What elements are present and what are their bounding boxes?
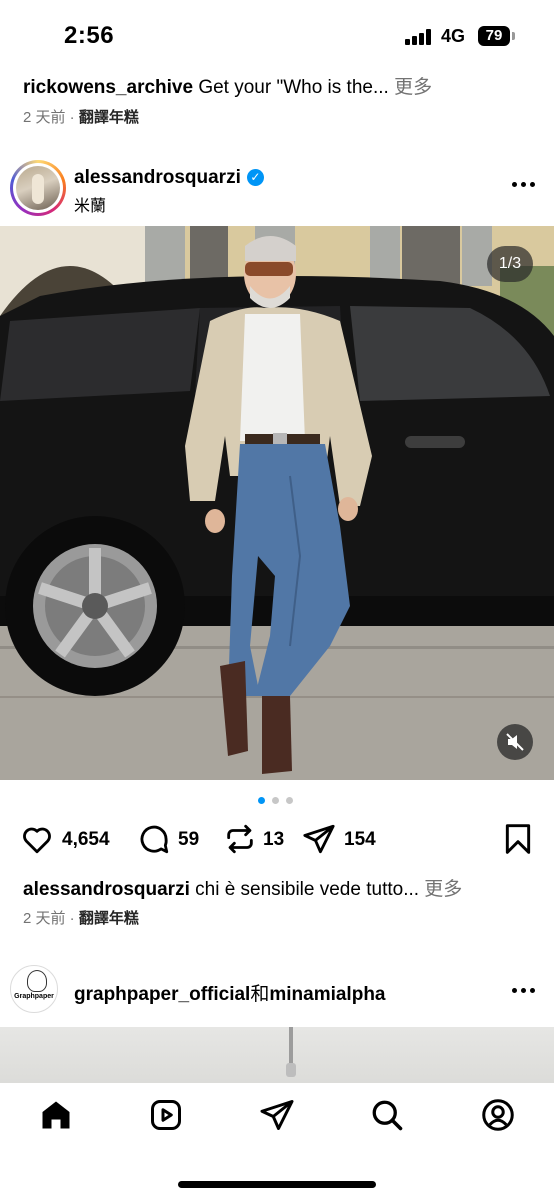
nav-messages[interactable] bbox=[259, 1097, 295, 1133]
avatar[interactable] bbox=[10, 160, 66, 216]
avatar-logo-text: Graphpaper bbox=[14, 993, 54, 1000]
comment-count[interactable]: 59 bbox=[178, 829, 199, 851]
nav-profile[interactable] bbox=[480, 1097, 516, 1133]
bookmark-icon[interactable] bbox=[504, 823, 532, 855]
prev-caption-username[interactable]: rickowens_archive bbox=[23, 77, 193, 98]
share-action[interactable]: 154 bbox=[302, 822, 392, 858]
caption-username[interactable]: alessandrosquarzi bbox=[23, 879, 190, 900]
network-type: 4G bbox=[441, 26, 466, 46]
repost-count[interactable]: 13 bbox=[263, 829, 284, 851]
home-indicator[interactable] bbox=[178, 1181, 376, 1188]
muted-speaker-icon bbox=[506, 733, 524, 751]
heart-icon[interactable] bbox=[20, 822, 54, 856]
prev-post-meta: 2 天前 · 翻譯年糕 bbox=[23, 106, 139, 127]
meta-separator: · bbox=[65, 910, 79, 927]
caption-more[interactable]: 更多 bbox=[419, 879, 462, 900]
search-icon[interactable] bbox=[369, 1097, 405, 1133]
translate-link[interactable]: 翻譯年糕 bbox=[79, 910, 139, 927]
status-bar: 2:56 4G 79 bbox=[0, 0, 554, 66]
carousel-counter: 1/3 bbox=[487, 246, 533, 282]
next-post-photo[interactable] bbox=[0, 1027, 554, 1083]
nav-search[interactable] bbox=[369, 1097, 405, 1133]
meta-separator: · bbox=[65, 109, 79, 126]
photo-illustration bbox=[0, 226, 554, 780]
battery-icon: 79 bbox=[478, 26, 510, 46]
post-meta: 2 天前 · 翻譯年糕 bbox=[23, 907, 139, 928]
post-photo[interactable] bbox=[0, 226, 554, 780]
nav-home[interactable] bbox=[38, 1097, 74, 1133]
post-location[interactable]: 米蘭 bbox=[74, 192, 106, 216]
carousel-dot-1 bbox=[258, 797, 265, 804]
status-time: 2:56 bbox=[64, 22, 115, 49]
next-post-user2[interactable]: minamialpha bbox=[269, 984, 385, 1005]
send-icon[interactable] bbox=[302, 822, 336, 856]
comment-icon[interactable] bbox=[137, 822, 171, 856]
like-count[interactable]: 4,654 bbox=[62, 829, 110, 851]
carousel-dot-3 bbox=[286, 797, 293, 804]
home-icon[interactable] bbox=[38, 1097, 74, 1133]
avatar-image bbox=[16, 166, 60, 210]
repost-action[interactable]: 13 bbox=[223, 822, 293, 858]
post-username-text[interactable]: alessandrosquarzi bbox=[74, 167, 241, 188]
more-options-icon[interactable] bbox=[510, 179, 536, 189]
next-post-usernames[interactable]: graphpaper_official和minamialpha bbox=[74, 979, 386, 1006]
post-caption[interactable]: alessandrosquarzi chi è sensibile vede t… bbox=[23, 874, 462, 901]
prev-post-time: 2 天前 bbox=[23, 109, 66, 126]
post-header: alessandrosquarzi ✓ 米蘭 bbox=[0, 155, 554, 221]
prev-caption-more[interactable]: 更多 bbox=[389, 77, 432, 98]
carousel-indicator bbox=[258, 797, 298, 805]
avatar-face-drawing bbox=[27, 970, 47, 992]
verified-badge-icon: ✓ bbox=[246, 169, 264, 186]
comment-action[interactable]: 59 bbox=[137, 822, 207, 858]
signal-icon bbox=[405, 29, 433, 45]
next-more-options-icon[interactable] bbox=[510, 985, 536, 995]
prev-post-caption[interactable]: rickowens_archive Get your "Who is the..… bbox=[23, 72, 432, 99]
next-post-header: Graphpaper graphpaper_official和minamialp… bbox=[0, 965, 554, 1015]
avatar-border bbox=[13, 163, 63, 213]
next-post-avatar[interactable]: Graphpaper bbox=[10, 965, 58, 1013]
mute-button[interactable] bbox=[497, 724, 533, 760]
post-username[interactable]: alessandrosquarzi ✓ bbox=[74, 167, 264, 189]
prev-translate-link[interactable]: 翻譯年糕 bbox=[79, 109, 139, 126]
send-icon[interactable] bbox=[259, 1097, 295, 1133]
battery-cap bbox=[512, 32, 515, 40]
caption-text: chi è sensibile vede tutto... bbox=[189, 879, 420, 900]
next-post-conj: 和 bbox=[250, 984, 270, 1005]
carousel-dot-2 bbox=[272, 797, 279, 804]
profile-icon[interactable] bbox=[480, 1097, 516, 1133]
reels-icon[interactable] bbox=[148, 1097, 184, 1133]
share-count[interactable]: 154 bbox=[344, 829, 376, 851]
bottom-nav bbox=[0, 1083, 554, 1200]
nav-reels[interactable] bbox=[148, 1097, 184, 1133]
post-time: 2 天前 bbox=[23, 910, 66, 927]
save-button[interactable] bbox=[504, 823, 532, 860]
next-post-user1[interactable]: graphpaper_official bbox=[74, 984, 250, 1005]
next-photo-lamp bbox=[286, 1027, 296, 1077]
repost-icon[interactable] bbox=[223, 822, 257, 856]
like-action[interactable]: 4,654 bbox=[20, 822, 120, 858]
prev-caption-text: Get your "Who is the... bbox=[193, 77, 389, 98]
